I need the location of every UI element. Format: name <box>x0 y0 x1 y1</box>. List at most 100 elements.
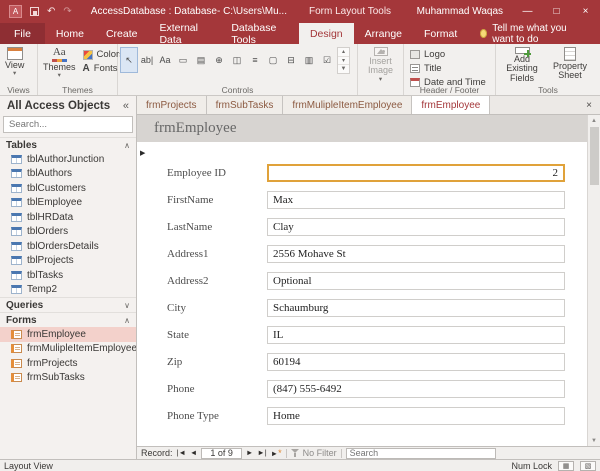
navigation-search-box[interactable] <box>3 116 133 133</box>
vertical-scrollbar[interactable]: ▲ ▼ <box>587 115 600 446</box>
sidebar-item-frmProjects[interactable]: frmProjects <box>0 356 136 371</box>
sidebar-item-tblAuthorJunction[interactable]: tblAuthorJunction <box>0 152 136 167</box>
view-button[interactable]: View ▾ <box>2 46 27 84</box>
field-input-phone-type[interactable]: Home <box>267 407 565 425</box>
search-input[interactable] <box>9 119 137 130</box>
field-input-lastname[interactable]: Clay <box>267 218 565 236</box>
document-tab-bar: frmProjects frmSubTasks frmMulipleItemEm… <box>137 96 600 115</box>
table-icon <box>11 227 22 236</box>
navigation-pane-title[interactable]: All Access Objects <box>7 100 110 112</box>
add-existing-fields-button[interactable]: Add Existing Fields <box>498 46 546 84</box>
sidebar-item-tblOrdersDetails[interactable]: tblOrdersDetails <box>0 239 136 254</box>
scrollbar-thumb[interactable] <box>590 127 599 185</box>
ribbon-tab-external-data[interactable]: External Data <box>148 23 220 44</box>
tab-control-icon[interactable]: ▤ <box>192 47 210 73</box>
no-filter-button[interactable]: No Filter <box>303 448 337 458</box>
sidebar-item-frmEmployee[interactable]: frmEmployee <box>0 327 136 342</box>
ribbon-tab-create[interactable]: Create <box>95 23 149 44</box>
section-header-tables[interactable]: Tables ∧ <box>0 137 136 152</box>
undo-icon[interactable]: ↶ <box>47 7 55 17</box>
doc-tab-frmEmployee[interactable]: frmEmployee <box>412 96 490 114</box>
ribbon-tab-design[interactable]: Design <box>299 23 354 44</box>
design-view-toggle[interactable]: ▧ <box>580 461 596 471</box>
fonts-button-label: Fonts <box>94 63 118 74</box>
field-input-employee-id[interactable]: 2 <box>267 164 565 182</box>
redo-icon[interactable]: ↷ <box>63 7 71 17</box>
ribbon-tab-arrange[interactable]: Arrange <box>354 23 413 44</box>
close-document-icon[interactable]: × <box>578 96 600 114</box>
field-input-zip[interactable]: 60194 <box>267 353 565 371</box>
field-input-address1[interactable]: 2556 Mohave St <box>267 245 565 263</box>
doc-tab-frmMulipleItemEmployee[interactable]: frmMulipleItemEmployee <box>283 96 412 114</box>
checkbox-control-icon[interactable]: ☑ <box>318 47 336 73</box>
sidebar-item-tblCustomers[interactable]: tblCustomers <box>0 181 136 196</box>
save-icon[interactable] <box>30 7 39 16</box>
close-button[interactable]: × <box>571 0 600 23</box>
first-record-button[interactable]: |◄ <box>177 449 186 457</box>
sidebar-item-tblTasks[interactable]: tblTasks <box>0 268 136 283</box>
maximize-button[interactable]: □ <box>542 0 571 23</box>
next-record-button[interactable]: ► <box>246 449 253 457</box>
form-title[interactable]: frmEmployee <box>154 120 236 137</box>
previous-record-button[interactable]: ◄ <box>190 449 197 457</box>
sidebar-item-frmMulipleItemEmployee[interactable]: frmMulipleItemEmployee <box>0 342 136 357</box>
field-input-city[interactable]: Schaumburg <box>267 299 565 317</box>
section-header-queries[interactable]: Queries ∨ <box>0 297 136 312</box>
sidebar-item-tblProjects[interactable]: tblProjects <box>0 254 136 269</box>
web-browser-control-icon[interactable]: ◫ <box>228 47 246 73</box>
doc-tab-frmSubTasks[interactable]: frmSubTasks <box>207 96 284 114</box>
tell-me-box[interactable]: Tell me what you want to do <box>468 23 600 44</box>
ribbon-tab-home[interactable]: Home <box>45 23 95 44</box>
insert-image-button[interactable]: Insert Image ▾ <box>360 46 401 84</box>
sidebar-item-Temp2[interactable]: Temp2 <box>0 283 136 298</box>
section-header-forms[interactable]: Forms ∧ <box>0 312 136 327</box>
form-view-toggle[interactable]: ▦ <box>558 461 574 471</box>
form-field-row: LastName Clay <box>167 217 565 236</box>
ribbon-tab-file[interactable]: File <box>0 23 45 44</box>
property-sheet-button[interactable]: Property Sheet <box>546 46 594 84</box>
gallery-more-icon[interactable]: ▼ <box>338 65 349 73</box>
field-input-phone[interactable]: (847) 555-6492 <box>267 380 565 398</box>
sidebar-item-label: tblOrders <box>27 226 68 237</box>
signed-in-user[interactable]: Muhammad Waqas <box>417 6 503 17</box>
field-input-firstname[interactable]: Max <box>267 191 565 209</box>
themes-button[interactable]: Aa Themes ▾ <box>40 46 79 84</box>
scroll-down-icon[interactable]: ▼ <box>591 435 597 446</box>
field-input-state[interactable]: IL <box>267 326 565 344</box>
option-group-control-icon[interactable]: ▢ <box>264 47 282 73</box>
chart-control-icon[interactable]: ▥ <box>300 47 318 73</box>
group-label-controls: Controls <box>118 85 357 95</box>
sidebar-item-tblOrders[interactable]: tblOrders <box>0 225 136 240</box>
sidebar-item-frmSubTasks[interactable]: frmSubTasks <box>0 371 136 386</box>
logo-button[interactable]: Logo <box>406 48 490 61</box>
ribbon-group-controls: ↖ ab| Aa ▭ ▤ ⊕ ◫ ≡ ▢ ⊟ ▥ ☑ ▴ ▾ ▼ Control… <box>118 44 358 95</box>
label-control-icon[interactable]: Aa <box>156 47 174 73</box>
record-search-input[interactable] <box>350 448 492 458</box>
record-search-box[interactable] <box>346 448 496 459</box>
shutter-bar-icon[interactable]: « <box>123 100 129 112</box>
hyperlink-control-icon[interactable]: ⊕ <box>210 47 228 73</box>
last-record-button[interactable]: ►| <box>257 449 266 457</box>
field-input-address2[interactable]: Optional <box>267 272 565 290</box>
title-button[interactable]: Title <box>406 62 490 75</box>
form-header-section[interactable]: frmEmployee <box>137 115 587 142</box>
sidebar-item-tblEmployee[interactable]: tblEmployee <box>0 196 136 211</box>
scroll-up-icon[interactable]: ▲ <box>591 115 597 126</box>
gallery-scroll-up-icon[interactable]: ▴ <box>338 48 349 57</box>
group-label-views: Views <box>0 85 37 95</box>
select-tool-icon[interactable]: ↖ <box>120 47 138 73</box>
new-record-button[interactable]: ►* <box>271 449 282 458</box>
doc-tab-frmProjects[interactable]: frmProjects <box>137 96 207 114</box>
ribbon-tab-format[interactable]: Format <box>413 23 468 44</box>
ribbon-tab-database-tools[interactable]: Database Tools <box>220 23 299 44</box>
gallery-scroll-down-icon[interactable]: ▾ <box>338 57 349 66</box>
combo-box-control-icon[interactable]: ⊟ <box>282 47 300 73</box>
textbox-control-icon[interactable]: ab| <box>138 47 156 73</box>
navigation-control-icon[interactable]: ≡ <box>246 47 264 73</box>
sidebar-item-tblAuthors[interactable]: tblAuthors <box>0 167 136 182</box>
form-detail-section: ▶ Employee ID 2 FirstName Max LastName C… <box>137 142 587 446</box>
minimize-button[interactable]: — <box>513 0 542 23</box>
sidebar-item-tblHRData[interactable]: tblHRData <box>0 210 136 225</box>
record-position[interactable]: 1 of 9 <box>201 448 242 459</box>
button-control-icon[interactable]: ▭ <box>174 47 192 73</box>
